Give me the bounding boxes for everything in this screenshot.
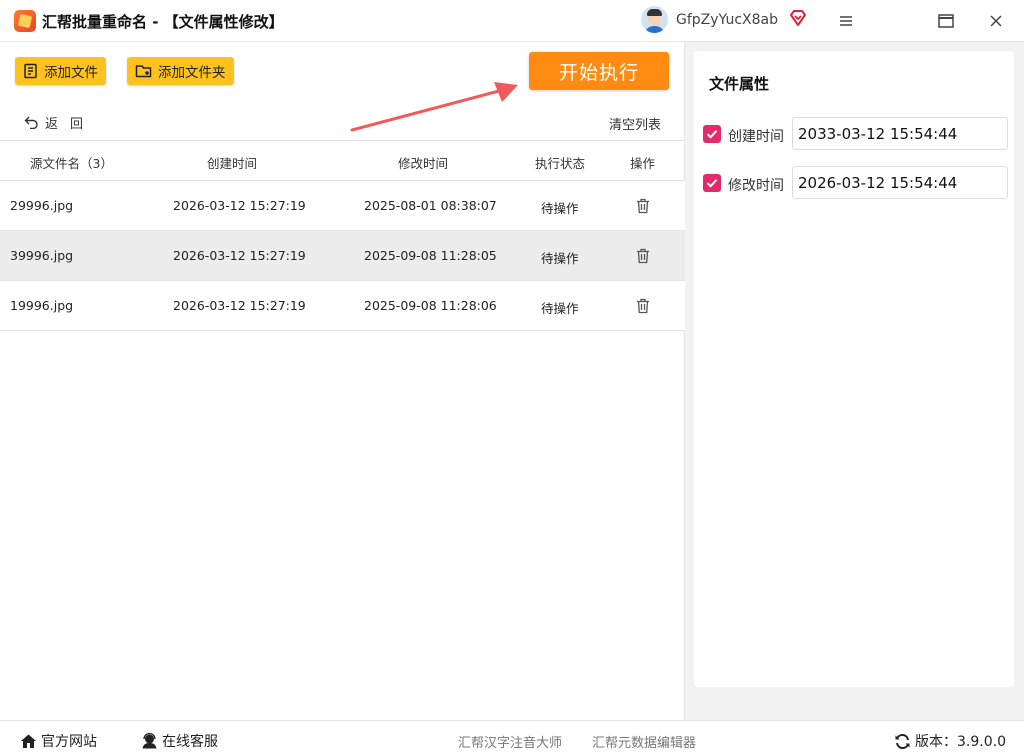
pinyin-app-link[interactable]: 汇帮汉字注音大师 — [458, 732, 562, 751]
modified-time-checkbox[interactable] — [703, 174, 721, 192]
support-icon — [142, 733, 157, 749]
add-file-label: 添加文件 — [44, 65, 98, 81]
add-folder-icon — [135, 65, 152, 78]
created-time-row: 创建时间 — [703, 117, 1008, 151]
metadata-editor-link[interactable]: 汇帮元数据编辑器 — [592, 732, 696, 751]
cell-created: 2026-03-12 15:27:19 — [173, 248, 306, 263]
header-action: 操作 — [630, 156, 656, 171]
header-name: 源文件名（3） — [30, 156, 113, 171]
back-label: 返回 — [45, 117, 96, 132]
modified-time-row: 修改时间 — [703, 166, 1008, 200]
add-folder-label: 添加文件夹 — [158, 65, 226, 81]
website-link[interactable]: 官方网站 — [20, 731, 97, 751]
created-time-input[interactable] — [792, 117, 1008, 150]
status-bar: 官方网站 在线客服 汇帮汉字注音大师 汇帮元数据编辑器 版本：3.9.0.0 — [0, 720, 1024, 755]
modified-time-input[interactable] — [792, 166, 1008, 199]
properties-card: 文件属性 创建时间 修改时间 — [694, 51, 1014, 687]
properties-title: 文件属性 — [709, 75, 770, 93]
file-table: 源文件名（3） 创建时间 修改时间 执行状态 操作 29996.jpg 2026… — [0, 140, 685, 331]
website-label: 官方网站 — [41, 734, 97, 750]
cell-name: 29996.jpg — [10, 198, 74, 213]
user-avatar[interactable] — [641, 6, 668, 33]
support-link[interactable]: 在线客服 — [141, 731, 218, 751]
add-folder-button[interactable]: 添加文件夹 — [127, 57, 234, 85]
table-row[interactable]: 39996.jpg 2026-03-12 15:27:19 2025-09-08… — [0, 231, 685, 281]
table-row[interactable]: 29996.jpg 2026-03-12 15:27:19 2025-08-01… — [0, 181, 685, 231]
cell-name: 19996.jpg — [10, 298, 74, 313]
table-row[interactable]: 19996.jpg 2026-03-12 15:27:19 2025-09-08… — [0, 281, 685, 331]
cell-created: 2026-03-12 15:27:19 — [173, 298, 306, 313]
cell-name: 39996.jpg — [10, 248, 74, 263]
back-arrow-icon — [24, 116, 38, 129]
version-label: 版本：3.9.0.0 — [915, 734, 1006, 750]
cell-modified: 2025-09-08 11:28:05 — [364, 248, 497, 263]
start-button[interactable]: 开始执行 — [529, 52, 669, 90]
maximize-icon[interactable] — [933, 8, 959, 34]
cell-status: 待操作 — [541, 251, 579, 266]
header-created: 创建时间 — [207, 156, 258, 171]
username[interactable]: GfpZyYucX8ab — [676, 12, 778, 28]
close-icon[interactable] — [983, 8, 1009, 34]
support-label: 在线客服 — [162, 734, 218, 750]
properties-panel: 文件属性 创建时间 修改时间 — [685, 42, 1024, 720]
clear-list-button[interactable]: 清空列表 — [609, 114, 661, 133]
trash-icon[interactable] — [636, 248, 650, 264]
table-header: 源文件名（3） 创建时间 修改时间 执行状态 操作 — [0, 140, 685, 181]
modified-time-label: 修改时间 — [728, 178, 784, 194]
add-file-icon — [24, 63, 37, 79]
trash-icon[interactable] — [636, 198, 650, 214]
app-logo-icon — [14, 10, 36, 32]
created-time-checkbox[interactable] — [703, 125, 721, 143]
cell-modified: 2025-09-08 11:28:06 — [364, 298, 497, 313]
trash-icon[interactable] — [636, 298, 650, 314]
file-list-panel: 添加文件 添加文件夹 开始执行 返回 清空列表 源文件名（3） 创建时间 修改时… — [0, 42, 685, 720]
home-icon — [21, 734, 36, 748]
refresh-icon — [895, 733, 910, 749]
version-info[interactable]: 版本：3.9.0.0 — [894, 731, 1006, 751]
window-title: 汇帮批量重命名 - 【文件属性修改】 — [42, 13, 284, 31]
cell-created: 2026-03-12 15:27:19 — [173, 198, 306, 213]
vip-diamond-icon[interactable] — [789, 9, 807, 27]
cell-modified: 2025-08-01 08:38:07 — [364, 198, 497, 213]
cell-status: 待操作 — [541, 201, 579, 216]
back-button[interactable]: 返回 — [24, 113, 95, 132]
cell-status: 待操作 — [541, 301, 579, 316]
title-bar: 汇帮批量重命名 - 【文件属性修改】 GfpZyYucX8ab — [0, 0, 1024, 42]
header-modified: 修改时间 — [398, 156, 449, 171]
add-file-button[interactable]: 添加文件 — [15, 57, 106, 85]
created-time-label: 创建时间 — [728, 129, 784, 145]
menu-icon[interactable] — [833, 8, 859, 34]
header-status: 执行状态 — [535, 156, 586, 171]
